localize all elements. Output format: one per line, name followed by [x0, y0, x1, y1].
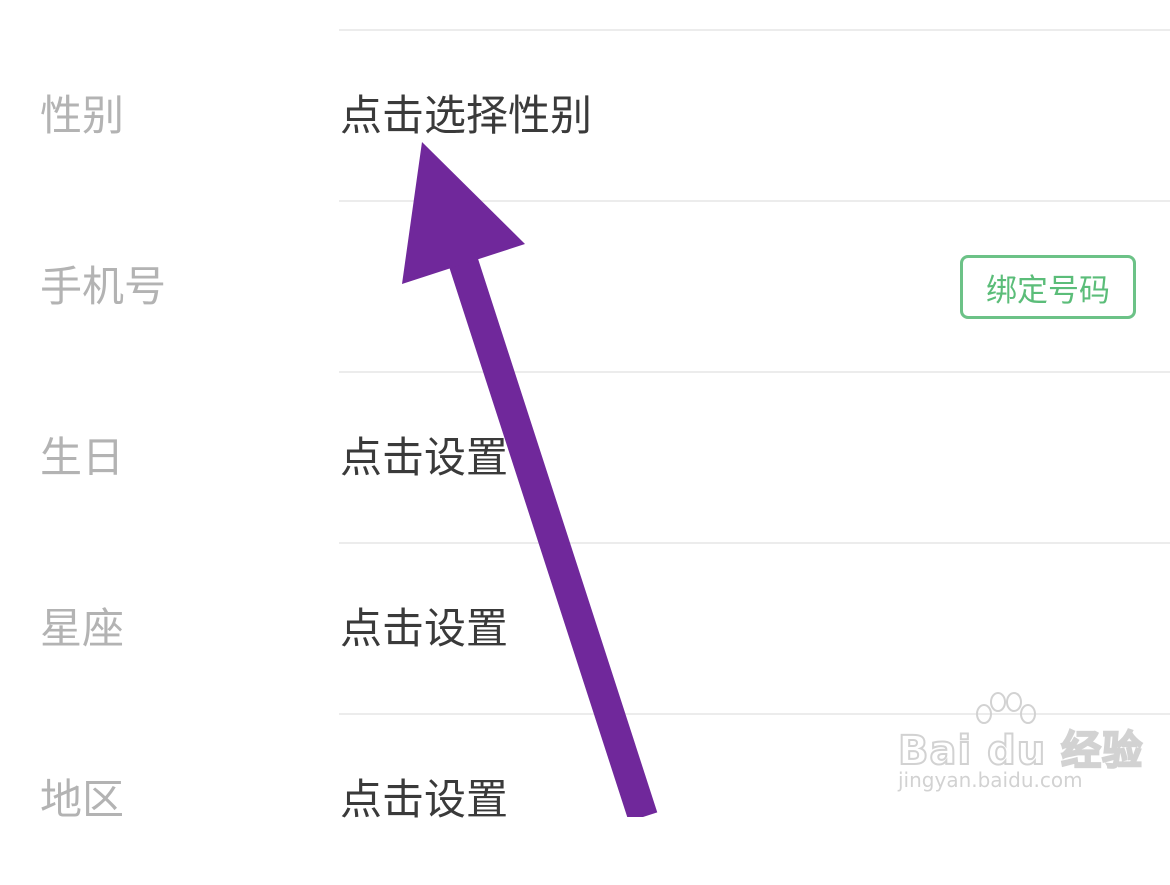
gender-label: 性别 — [40, 91, 125, 140]
row-birthday[interactable]: 生日 点击设置 — [0, 373, 1170, 543]
row-gender[interactable]: 性别 点击选择性别 — [0, 31, 1170, 201]
region-label: 地区 — [40, 775, 125, 824]
row-phone: 手机号 绑定号码 — [0, 202, 1170, 372]
bind-phone-button[interactable]: 绑定号码 — [960, 255, 1136, 319]
region-value[interactable]: 点击设置 — [340, 779, 508, 821]
zodiac-label: 星座 — [40, 604, 125, 653]
zodiac-value[interactable]: 点击设置 — [340, 608, 508, 650]
birthday-label: 生日 — [40, 433, 125, 482]
gender-value[interactable]: 点击选择性别 — [340, 95, 592, 137]
row-zodiac[interactable]: 星座 点击设置 — [0, 544, 1170, 714]
profile-settings-list: 性别 点击选择性别 手机号 绑定号码 生日 点击设置 星座 点击设置 地区 点击… — [0, 0, 1170, 821]
phone-label: 手机号 — [40, 262, 167, 311]
birthday-value[interactable]: 点击设置 — [340, 437, 508, 479]
row-region[interactable]: 地区 点击设置 — [0, 715, 1170, 885]
